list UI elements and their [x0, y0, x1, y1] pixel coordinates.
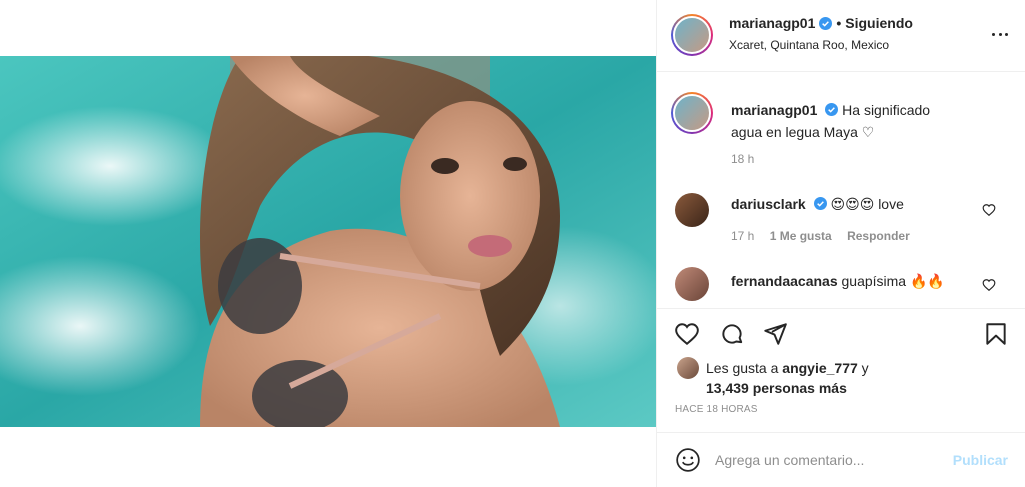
caption-emoji: ♡: [861, 125, 875, 141]
likes-text: Les gusta a angyie_777 y 13,439 personas…: [706, 358, 869, 398]
comment-time[interactable]: 17 h: [731, 229, 754, 243]
comment-body: love: [878, 196, 904, 212]
caption-text: marianagp01 Ha significado agua en legua…: [731, 99, 961, 144]
author-avatar[interactable]: [671, 14, 713, 56]
comment-like-heart-icon[interactable]: [982, 278, 996, 292]
comment-username[interactable]: fernandaacanas: [731, 273, 838, 289]
verified-badge-icon: [813, 197, 827, 210]
comment-icon[interactable]: [719, 321, 745, 347]
separator-dot: •: [836, 15, 842, 31]
author-username[interactable]: marianagp01: [729, 15, 815, 31]
comment-text: dariusclark 😍😍😍 love: [731, 196, 904, 213]
verified-badge-icon: [825, 103, 839, 116]
commenter-avatar[interactable]: [675, 267, 709, 301]
likes-conj: y: [861, 360, 869, 376]
verified-badge-icon: [819, 16, 833, 30]
liker-avatar[interactable]: [677, 357, 699, 379]
location-link[interactable]: Xcaret, Quintana Roo, Mexico: [729, 38, 889, 52]
publish-button[interactable]: Publicar: [953, 452, 1008, 468]
caption-avatar[interactable]: [671, 92, 713, 134]
more-options-icon[interactable]: [992, 26, 1008, 42]
likes-count[interactable]: 13,439 personas más: [706, 380, 847, 396]
comment-likes[interactable]: 1 Me gusta: [770, 229, 832, 243]
comment-meta: 17 h 1 Me gusta Responder: [731, 229, 910, 243]
post-photo[interactable]: [0, 56, 656, 427]
photo-image: [0, 56, 656, 427]
comment-body: guapísima: [841, 273, 907, 289]
likes-summary: Les gusta a angyie_777 y 13,439 personas…: [657, 352, 1025, 402]
comment-emoji: 😍😍😍: [830, 197, 875, 213]
post-header: marianagp01 • Siguiendo Xcaret, Quintana…: [657, 0, 1025, 72]
heart-icon[interactable]: [674, 321, 700, 347]
comment-input[interactable]: [715, 447, 945, 473]
smiley-icon[interactable]: [675, 447, 701, 473]
caption-username[interactable]: marianagp01: [731, 102, 817, 118]
comment-username[interactable]: dariusclark: [731, 196, 806, 212]
post-media-panel: [0, 0, 656, 487]
reply-button[interactable]: Responder: [847, 229, 910, 243]
comment-emoji: 🔥🔥: [909, 274, 945, 290]
likes-prefix: Les gusta a: [706, 360, 779, 376]
liker-username[interactable]: angyie_777: [782, 360, 858, 376]
comment-like-heart-icon[interactable]: [982, 203, 996, 217]
comment-text: fernandaacanas guapísima 🔥🔥: [731, 272, 981, 291]
post-details-panel: marianagp01 • Siguiendo Xcaret, Quintana…: [656, 0, 1025, 487]
commenter-avatar[interactable]: [675, 193, 709, 227]
bookmark-icon[interactable]: [983, 321, 1009, 347]
caption-time[interactable]: 18 h: [731, 152, 754, 166]
post-timestamp[interactable]: HACE 18 HORAS: [675, 404, 758, 415]
post-actions-bar: [657, 308, 1025, 358]
comments-list: marianagp01 Ha significado agua en legua…: [657, 72, 1025, 308]
share-icon[interactable]: [762, 321, 788, 347]
author-row: marianagp01 • Siguiendo: [729, 15, 913, 31]
following-button[interactable]: Siguiendo: [845, 15, 913, 31]
add-comment-bar: Publicar: [657, 432, 1025, 487]
